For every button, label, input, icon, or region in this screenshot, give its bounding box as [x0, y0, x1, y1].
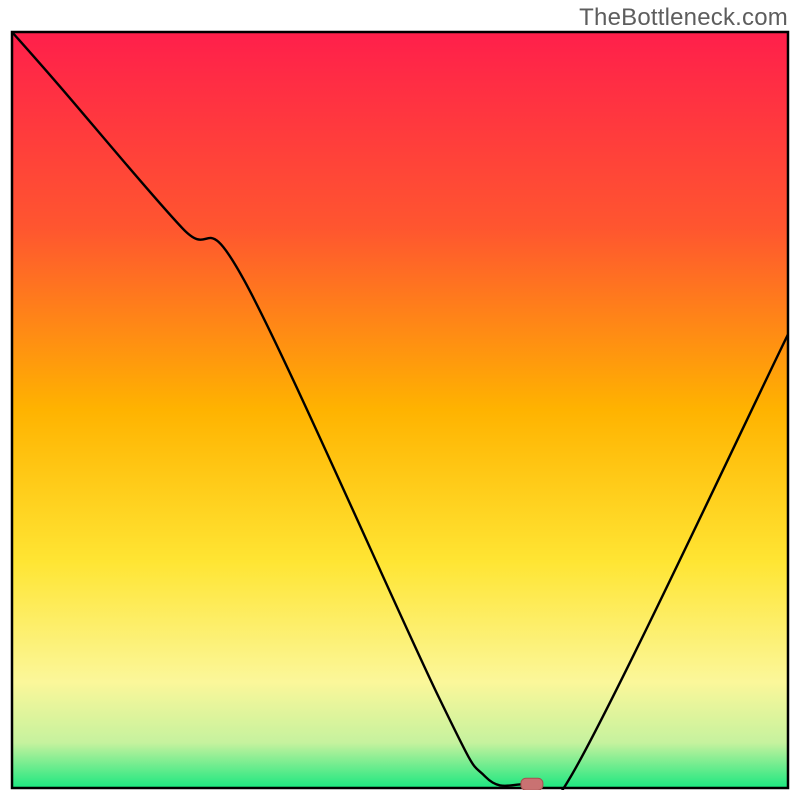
chart-svg	[10, 30, 790, 790]
gradient-background	[12, 32, 788, 788]
plot-area	[10, 30, 790, 790]
watermark-text: TheBottleneck.com	[579, 4, 788, 32]
optimal-marker	[521, 778, 543, 790]
chart-container: TheBottleneck.com	[0, 0, 800, 800]
